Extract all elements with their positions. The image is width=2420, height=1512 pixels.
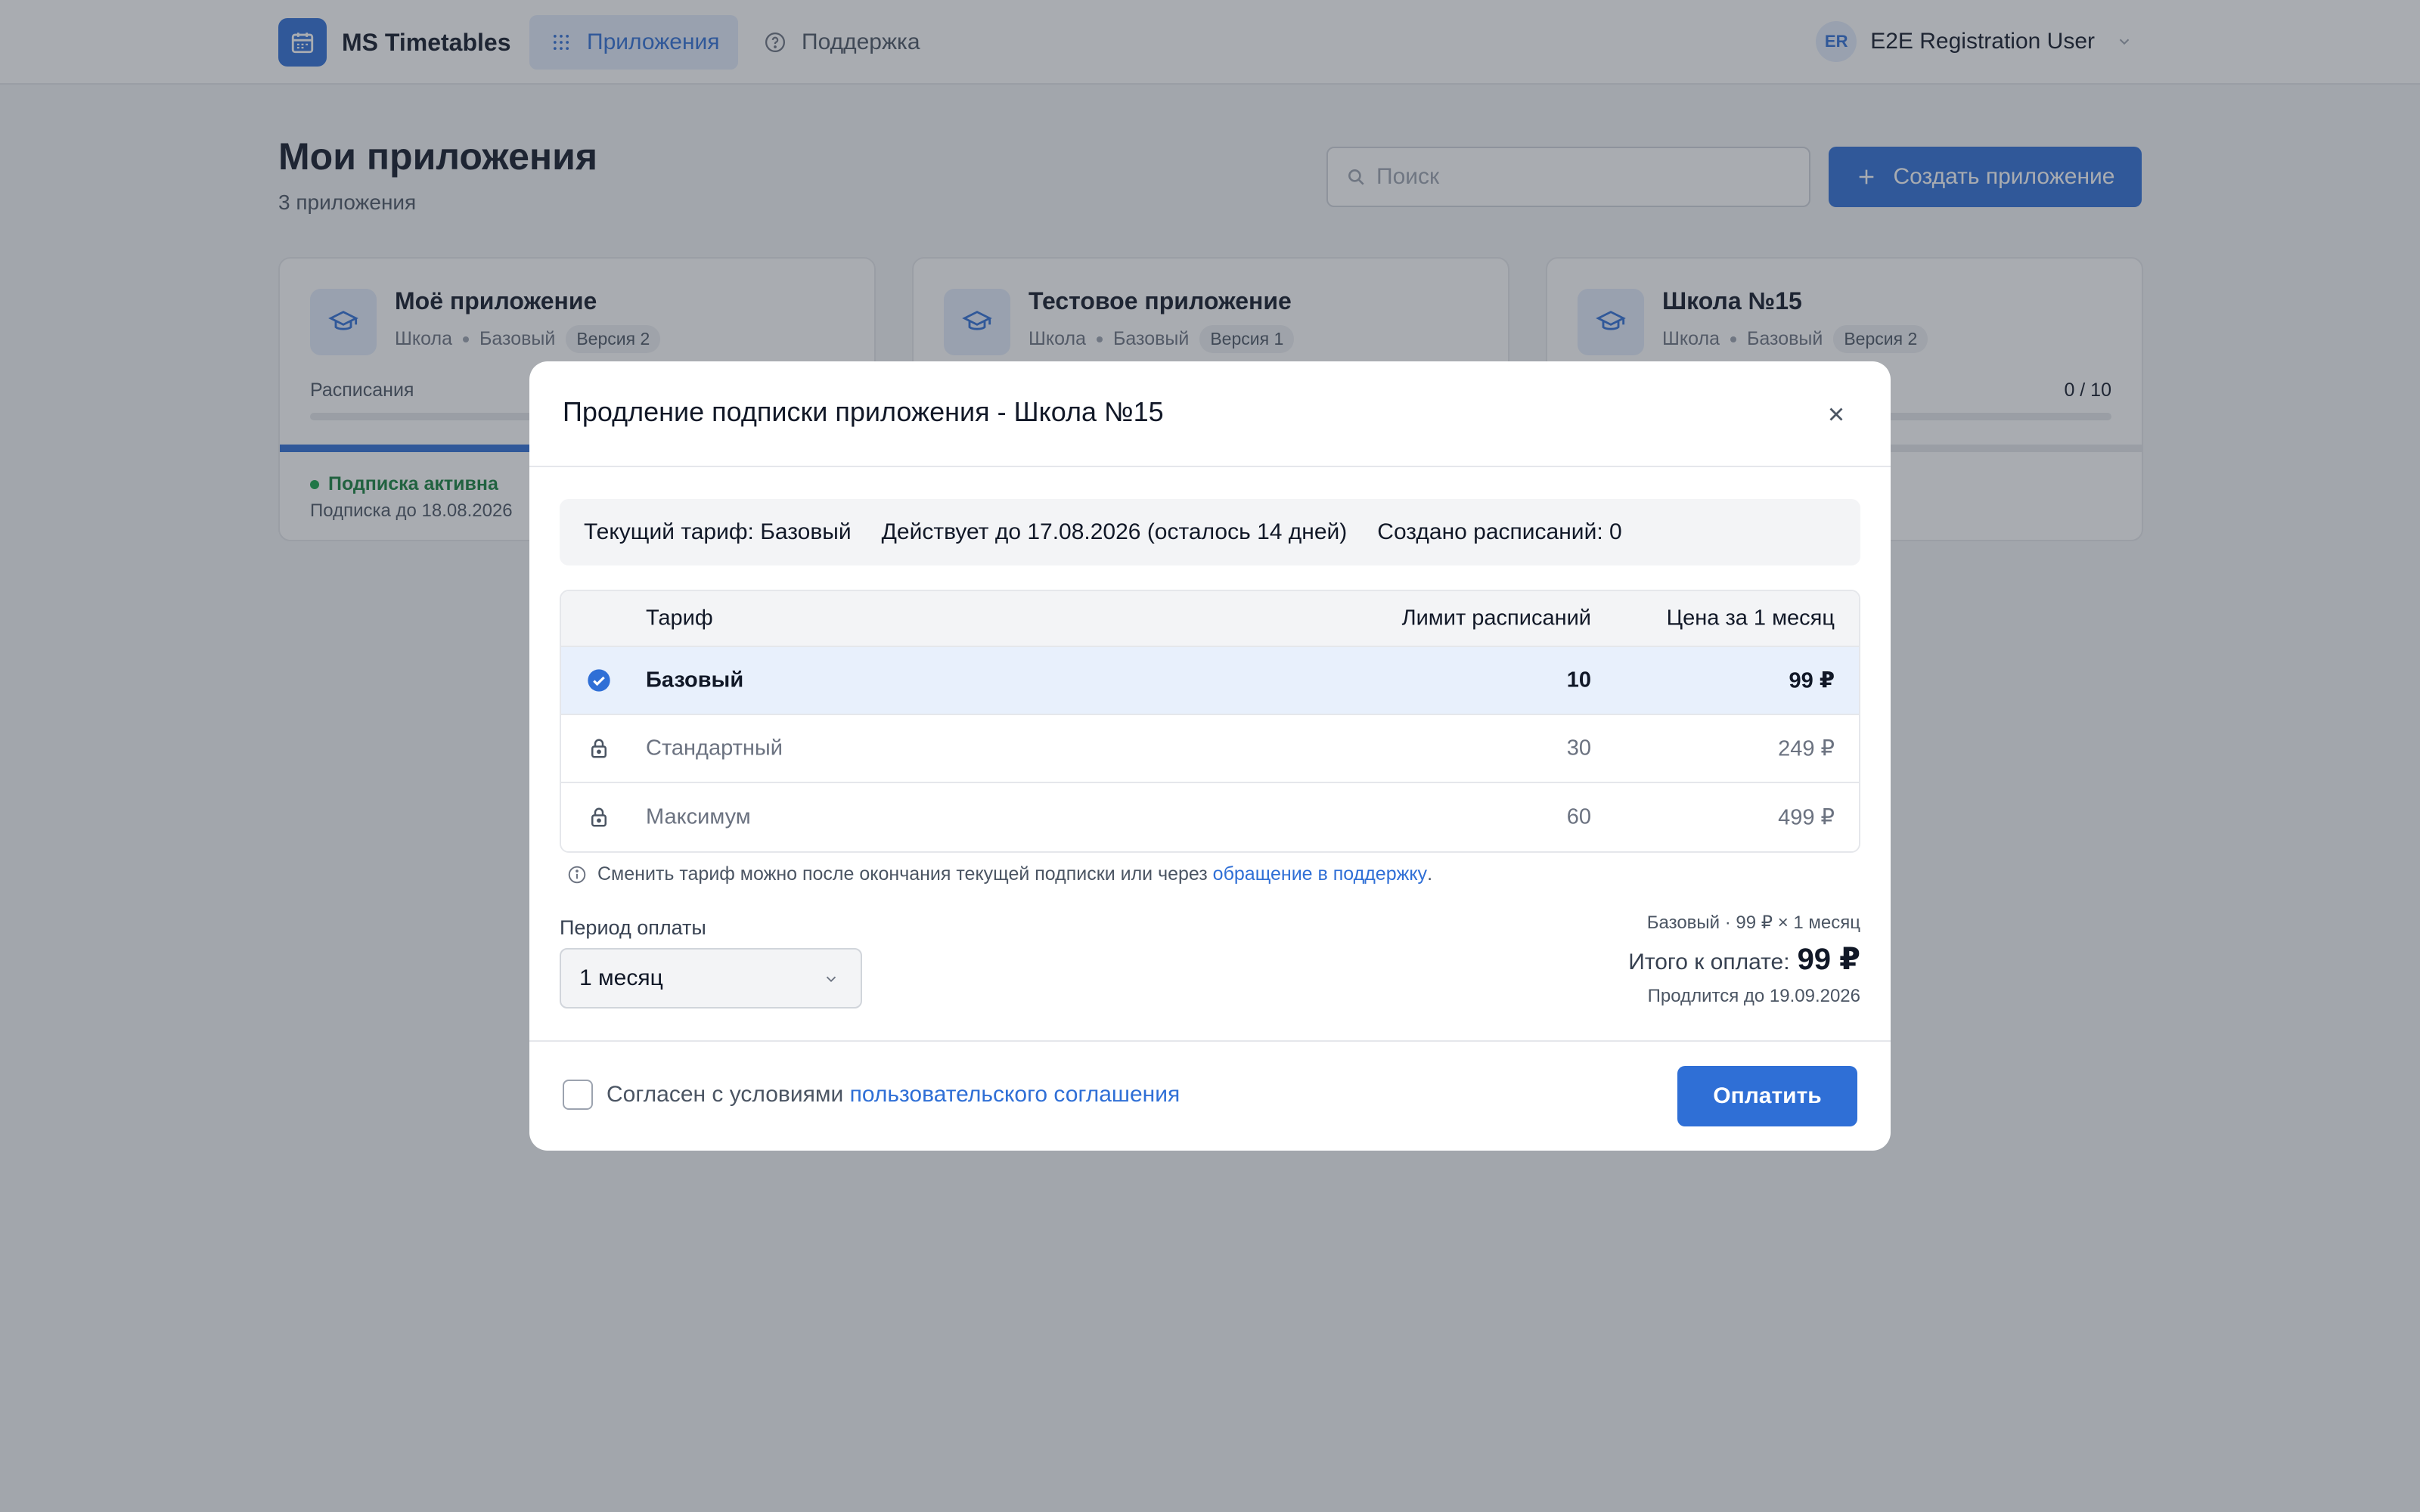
header-price: Цена за 1 месяц [1666,606,1835,631]
plan-name: Максимум [646,804,751,829]
plan-price: 249 ₽ [1778,736,1835,761]
plan-row-maximum: Максимум 60 499 ₽ [561,783,1859,851]
pay-button[interactable]: Оплатить [1677,1066,1857,1126]
agree-text: Согласен с условиями [607,1082,844,1107]
close-icon [1829,407,1843,421]
user-agreement-link[interactable]: пользовательского соглашения [850,1082,1181,1108]
valid-until: Действует до 17.08.2026 (осталось 14 дне… [881,519,1348,544]
close-button[interactable] [1820,398,1853,431]
header-plan: Тариф [646,606,713,631]
total-label: Итого к оплате: [1628,950,1790,974]
plan-price: 99 ₽ [1789,668,1835,693]
table-header: Тариф Лимит расписаний Цена за 1 месяц [561,591,1859,647]
agreement-checkbox-row[interactable]: Согласен с условиями пользовательского с… [563,1080,1180,1110]
period-select[interactable]: 1 месяц [560,948,862,1009]
plan-name: Стандартный [646,736,783,761]
plan-row-standard: Стандартный 30 249 ₽ [561,715,1859,783]
chevron-down-icon [826,976,836,983]
dialog-title: Продление подписки приложения - Школа №1… [563,396,1164,427]
lock-icon [585,804,613,831]
plan-limit: 60 [1566,804,1591,829]
schedules-created: Создано расписаний: 0 [1377,519,1622,544]
support-link[interactable]: обращение в поддержку [1213,863,1427,885]
extends-until: Продлится до 19.09.2026 [1647,986,1860,1006]
check-circle-icon [585,667,613,694]
plan-price: 499 ₽ [1778,805,1835,830]
renew-subscription-dialog: Продление подписки приложения - Школа №1… [529,361,1891,1151]
dialog-footer: Согласен с условиями пользовательского с… [529,1040,1891,1151]
info-icon [568,866,586,883]
hint-text: Сменить тариф можно после окончания теку… [597,863,1208,885]
period-label: Период оплаты [560,916,706,939]
period-value: 1 месяц [579,965,663,990]
header-limit: Лимит расписаний [1401,606,1591,631]
current-plan-info: Текущий тариф: Базовый Действует до 17.0… [560,499,1860,565]
agreement-checkbox[interactable] [563,1080,593,1110]
total-amount: 99 ₽ [1797,943,1860,976]
total-to-pay: Итого к оплате: 99 ₽ [1628,942,1860,977]
plan-limit: 10 [1566,668,1591,692]
plan-row-basic[interactable]: Базовый 10 99 ₽ [561,647,1859,715]
price-breakdown: Базовый · 99 ₽ × 1 месяц [1646,912,1860,933]
lock-icon [585,735,613,762]
dialog-divider [529,466,1891,467]
current-plan: Текущий тариф: Базовый [584,519,852,544]
plans-table: Тариф Лимит расписаний Цена за 1 месяц Б… [560,590,1860,853]
plan-name: Базовый [646,668,744,692]
change-plan-hint: Сменить тариф можно после окончания теку… [567,863,1432,885]
hint-end: . [1427,863,1433,885]
plan-limit: 30 [1566,736,1591,761]
